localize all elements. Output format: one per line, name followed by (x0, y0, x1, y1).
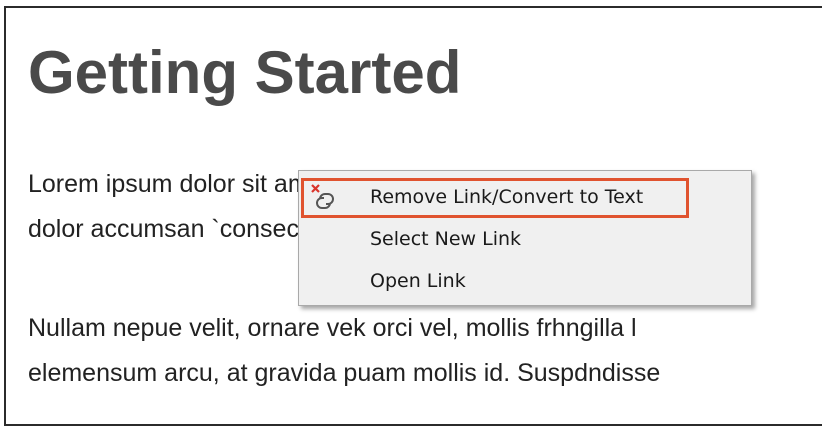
menu-item-select-new-link[interactable]: Select New Link (301, 219, 749, 259)
menu-item-remove-link[interactable]: Remove Link/Convert to Text (301, 177, 749, 217)
paragraph-2-line-1: Nullam nepue velit, ornare vek orci vel,… (28, 314, 637, 342)
page-title: Getting Started (28, 39, 462, 106)
unlink-icon (309, 182, 339, 212)
paragraph-2: Nullam nepue velit, ornare vek orci vel,… (28, 306, 660, 396)
menu-item-label: Open Link (370, 270, 466, 292)
menu-item-open-link[interactable]: Open Link (301, 261, 749, 301)
context-menu: Remove Link/Convert to Text Select New L… (298, 170, 752, 306)
menu-item-label: Remove Link/Convert to Text (370, 186, 644, 208)
menu-item-label: Select New Link (370, 228, 522, 250)
paragraph-2-line-2: elemensum arcu, at gravida puam mollis i… (28, 359, 661, 387)
